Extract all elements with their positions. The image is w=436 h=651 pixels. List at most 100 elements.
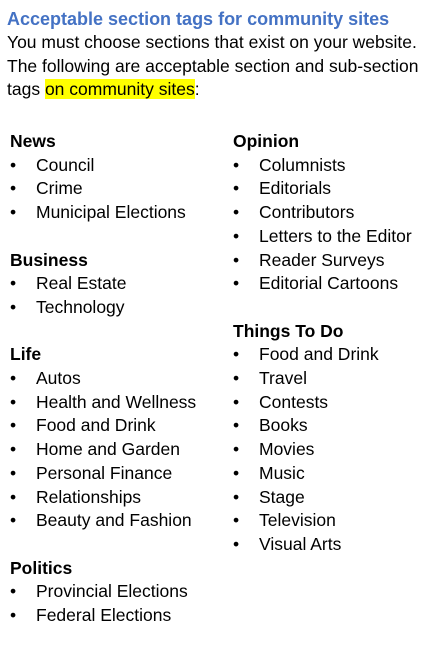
section-title: Business — [10, 249, 88, 270]
bullet-icon: • — [10, 391, 17, 412]
bullet-icon: • — [10, 178, 17, 199]
list-item: • Technology — [10, 296, 230, 320]
list-item: • Provincial Elections — [10, 580, 230, 604]
list-item: • Personal Finance — [10, 462, 230, 486]
list-item: • Reader Surveys — [233, 249, 433, 273]
bullet-icon: • — [233, 273, 240, 294]
list-item: • Relationships — [10, 486, 230, 510]
list-item: • Editorial Cartoons — [233, 272, 433, 296]
list-item: • Letters to the Editor — [233, 225, 433, 249]
bullet-icon: • — [233, 225, 240, 246]
list-item-label: Food and Drink — [259, 344, 379, 365]
bullet-icon: • — [233, 391, 240, 412]
bullet-icon: • — [10, 154, 17, 175]
bullet-icon: • — [233, 486, 240, 507]
list-item: • Council — [10, 154, 230, 178]
bullet-icon: • — [10, 605, 17, 626]
list-item: • Stage — [233, 486, 433, 510]
section-opinion: Opinion • Columnists • Editorials • Contributo… — [233, 130, 433, 296]
list-item-label: Real Estate — [36, 273, 127, 294]
list-item: • Music — [233, 462, 433, 486]
list-item-label: Movies — [259, 439, 315, 460]
bullet-icon: • — [233, 154, 240, 175]
bullet-icon: • — [233, 533, 240, 554]
list-item-label: Contributors — [259, 202, 355, 223]
bullet-icon: • — [233, 510, 240, 531]
section-columns: News • Council • Crime • Municipal Elections Bu… — [7, 130, 433, 630]
list-item-label: Crime — [36, 178, 83, 199]
list-item: • Books — [233, 414, 433, 438]
list-item: • Travel — [233, 367, 433, 391]
section-title: News — [10, 131, 56, 151]
list-item-label: Contests — [259, 391, 329, 412]
list-item-label: Health and Wellness — [36, 391, 197, 412]
bullet-icon: • — [233, 249, 240, 270]
section-title: Opinion — [233, 131, 300, 151]
list-item-label: Television — [259, 510, 336, 531]
list-item: • Visual Arts — [233, 533, 433, 557]
list-item: • Autos — [10, 367, 230, 391]
section-news: News • Council • Crime • Municipal Elections — [10, 130, 230, 225]
section-title: Politics — [10, 557, 73, 578]
list-item-label: Municipal Elections — [36, 202, 186, 223]
bullet-icon: • — [10, 510, 17, 531]
bullet-icon: • — [10, 415, 17, 436]
list-item-label: Travel — [259, 368, 307, 389]
list-item: • Real Estate — [10, 272, 230, 296]
list-item: • Municipal Elections — [10, 201, 230, 225]
list-item-label: Letters to the Editor — [259, 225, 412, 246]
bullet-icon: • — [233, 439, 240, 460]
bullet-icon: • — [10, 439, 17, 460]
section-item-list: • Real Estate • Technology — [10, 272, 230, 319]
list-item: • Food and Drink — [10, 414, 230, 438]
right-column: Opinion • Columnists • Editorials • Contributo… — [233, 130, 433, 580]
bullet-icon: • — [233, 202, 240, 223]
list-item-label: Personal Finance — [36, 462, 173, 483]
list-item-label: Editorial Cartoons — [259, 273, 399, 294]
section-item-list: • Columnists • Editorials • Contributors • Lett… — [233, 154, 433, 296]
list-item-label: Reader Surveys — [259, 249, 385, 270]
bullet-icon: • — [10, 486, 17, 507]
bullet-icon: • — [233, 368, 240, 389]
list-item: • Columnists — [233, 154, 433, 178]
list-item: • Contests — [233, 391, 433, 415]
list-item: • Contributors — [233, 201, 433, 225]
list-item-label: Federal Elections — [36, 605, 172, 626]
bullet-icon: • — [10, 273, 17, 294]
section-title: Things To Do — [233, 320, 344, 341]
list-item-label: Food and Drink — [36, 415, 156, 436]
section-business: Business • Real Estate • Technology — [10, 249, 230, 320]
list-item: • Movies — [233, 438, 433, 462]
bullet-icon: • — [233, 462, 240, 483]
document: Acceptable section tags for community si… — [7, 8, 433, 625]
section-item-list: • Autos • Health and Wellness • Food and Drin… — [10, 367, 230, 533]
bullet-icon: • — [10, 202, 17, 223]
list-item: • Television — [233, 509, 433, 533]
document-heading: Acceptable section tags for community si… — [7, 9, 390, 29]
list-item-label: Technology — [36, 296, 125, 317]
list-item-label: Books — [259, 415, 308, 436]
section-politics: Politics • Provincial Elections • Federal El… — [10, 557, 230, 628]
list-item-label: Beauty and Fashion — [36, 510, 192, 531]
bullet-icon: • — [10, 296, 17, 317]
list-item-label: Visual Arts — [259, 533, 342, 554]
section-things-to-do: Things To Do • Food and Drink • Travel • Conte… — [233, 320, 433, 557]
section-life: Life • Autos • Health and Wellness • Food and … — [10, 343, 230, 533]
list-item-label: Columnists — [259, 154, 346, 175]
intro-trailing-punctuation: : — [194, 79, 200, 100]
bullet-icon: • — [10, 462, 17, 483]
list-item: • Federal Elections — [10, 604, 230, 628]
bullet-icon: • — [10, 368, 17, 388]
section-item-list: • Provincial Elections • Federal Elections — [10, 580, 230, 627]
bullet-icon: • — [233, 178, 240, 199]
section-title: Life — [10, 344, 42, 365]
bullet-icon: • — [233, 344, 240, 365]
list-item-label: Provincial Elections — [36, 581, 188, 602]
intro-paragraph: You must choose sections that exist on y… — [7, 31, 433, 102]
list-item-label: Autos — [36, 368, 81, 388]
highlighted-text: on community sites — [44, 79, 195, 100]
list-item-label: Stage — [259, 486, 305, 507]
list-item-label: Editorials — [259, 178, 331, 199]
list-item: • Health and Wellness — [10, 391, 230, 415]
section-item-list: • Food and Drink • Travel • Contests • Books • Mo… — [233, 343, 433, 556]
